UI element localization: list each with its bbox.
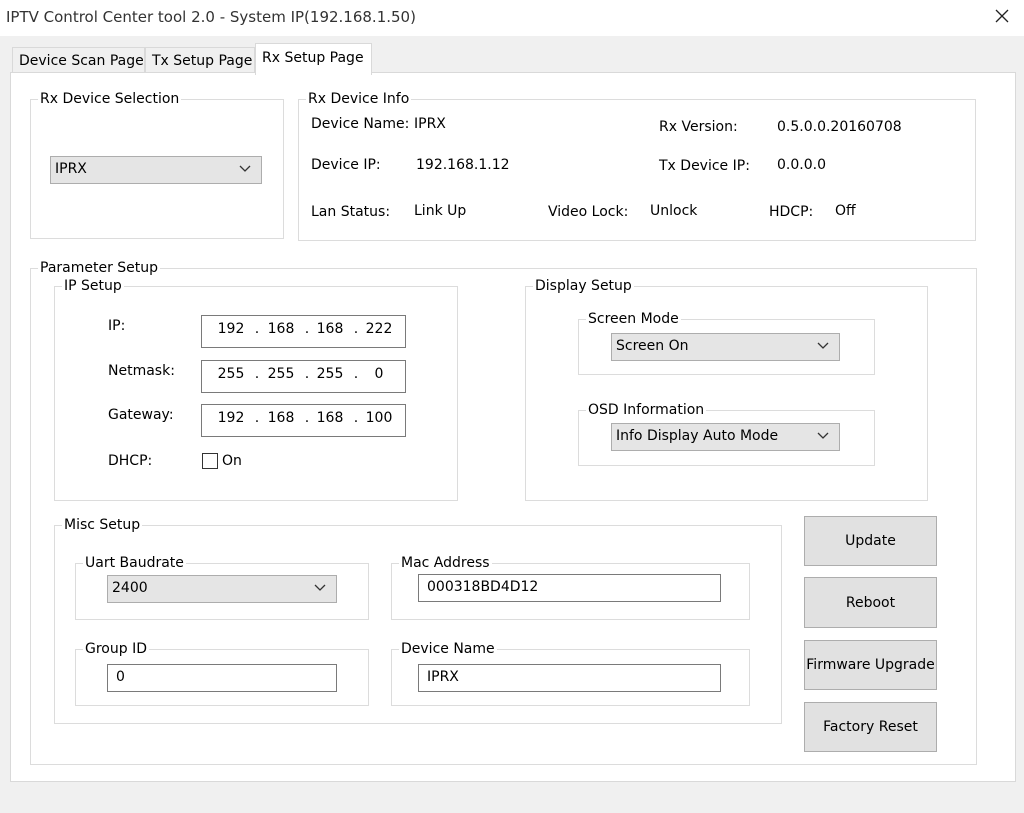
screen-mode-select[interactable]: Screen On [611, 333, 840, 361]
firmware-upgrade-button[interactable]: Firmware Upgrade [804, 640, 937, 690]
ip-octet: 168 [316, 321, 344, 337]
osd-information-value: Info Display Auto Mode [616, 428, 779, 444]
ip-octet: 222 [365, 321, 393, 337]
tab-tx-setup[interactable]: Tx Setup Page [145, 47, 255, 73]
screen-mode-value: Screen On [616, 338, 689, 354]
ip-label: IP: [108, 318, 126, 334]
device-name-label: Device Name: [311, 116, 410, 132]
close-icon [995, 9, 1009, 27]
tab-label: Device Scan Page [19, 53, 144, 69]
group-id-title: Group ID [83, 641, 149, 657]
group-id-value: 0 [116, 669, 125, 685]
netmask-input[interactable]: 255 . 255 . 255 . 0 [201, 360, 406, 393]
device-name-field-value: IPRX [427, 669, 459, 685]
reboot-button[interactable]: Reboot [804, 577, 937, 628]
rx-device-select-value: IPRX [55, 161, 87, 177]
chevron-down-icon [817, 342, 829, 349]
uart-baudrate-title: Uart Baudrate [83, 555, 186, 571]
misc-setup-title: Misc Setup [62, 517, 143, 533]
window-bottom-edge [0, 795, 1024, 813]
chevron-down-icon [817, 432, 829, 439]
screen-mode-title: Screen Mode [586, 311, 681, 327]
factory-reset-button-label: Factory Reset [823, 719, 918, 735]
ip-octet: 168 [267, 321, 295, 337]
update-button[interactable]: Update [804, 516, 937, 566]
tab-device-scan[interactable]: Device Scan Page [12, 47, 145, 73]
device-name-value: IPRX [414, 116, 446, 132]
device-ip-label: Device IP: [311, 157, 381, 173]
factory-reset-button[interactable]: Factory Reset [804, 702, 937, 752]
rx-version-value: 0.5.0.0.20160708 [777, 119, 902, 135]
uart-baudrate-value: 2400 [112, 580, 148, 596]
ip-address-input[interactable]: 192 . 168 . 168 . 222 [201, 315, 406, 348]
osd-information-select[interactable]: Info Display Auto Mode [611, 423, 840, 451]
reboot-button-label: Reboot [845, 594, 896, 611]
device-ip-value: 192.168.1.12 [416, 157, 510, 173]
tab-label: Rx Setup Page [262, 50, 364, 66]
lan-status-label: Lan Status: [311, 204, 391, 220]
tab-label: Tx Setup Page [152, 53, 253, 69]
chevron-down-icon [239, 165, 251, 172]
dhcp-checkbox-label[interactable]: On [222, 453, 242, 469]
parameter-setup-title: Parameter Setup [38, 260, 161, 276]
tx-device-ip-label: Tx Device IP: [659, 158, 750, 174]
hdcp-value: Off [835, 203, 856, 219]
rx-version-label: Rx Version: [659, 119, 738, 135]
rx-device-select[interactable]: IPRX [50, 156, 262, 184]
firmware-upgrade-button-label: Firmware Upgrade [806, 657, 935, 673]
dhcp-checkbox[interactable] [202, 453, 218, 469]
rx-device-info-title: Rx Device Info [306, 91, 412, 107]
ip-octet: 192 [217, 321, 245, 337]
tab-rx-setup[interactable]: Rx Setup Page [255, 43, 372, 75]
gateway-octet: 168 [316, 410, 344, 426]
device-name-title: Device Name [399, 641, 497, 657]
close-button[interactable] [986, 4, 1018, 32]
netmask-octet: 0 [374, 366, 384, 382]
netmask-label: Netmask: [108, 363, 175, 379]
gateway-octet: 168 [267, 410, 295, 426]
update-button-label: Update [845, 533, 896, 549]
mac-address-value: 000318BD4D12 [427, 579, 539, 595]
mac-address-title: Mac Address [399, 555, 492, 571]
tx-device-ip-value: 0.0.0.0 [777, 157, 826, 173]
netmask-octet: 255 [267, 366, 295, 382]
gateway-octet: 192 [217, 410, 245, 426]
video-lock-value: Unlock [650, 203, 698, 219]
netmask-octet: 255 [217, 366, 245, 382]
rx-device-selection-title: Rx Device Selection [38, 91, 182, 107]
window-title: IPTV Control Center tool 2.0 - System IP… [6, 8, 416, 26]
hdcp-label: HDCP: [769, 204, 814, 220]
gateway-label: Gateway: [108, 407, 174, 423]
chevron-down-icon [314, 584, 326, 591]
gateway-octet: 100 [365, 410, 393, 426]
gateway-input[interactable]: 192 . 168 . 168 . 100 [201, 404, 406, 437]
group-id-input[interactable]: 0 [107, 664, 337, 692]
display-setup-title: Display Setup [533, 278, 634, 294]
lan-status-value: Link Up [414, 203, 467, 219]
device-name-input[interactable]: IPRX [418, 664, 721, 692]
ip-setup-title: IP Setup [62, 278, 124, 294]
video-lock-label: Video Lock: [548, 204, 629, 220]
osd-information-title: OSD Information [586, 402, 707, 418]
mac-address-input[interactable]: 000318BD4D12 [418, 574, 721, 602]
title-bar: IPTV Control Center tool 2.0 - System IP… [0, 0, 1024, 36]
dhcp-label: DHCP: [108, 453, 153, 469]
netmask-octet: 255 [316, 366, 344, 382]
uart-baudrate-select[interactable]: 2400 [107, 575, 337, 603]
